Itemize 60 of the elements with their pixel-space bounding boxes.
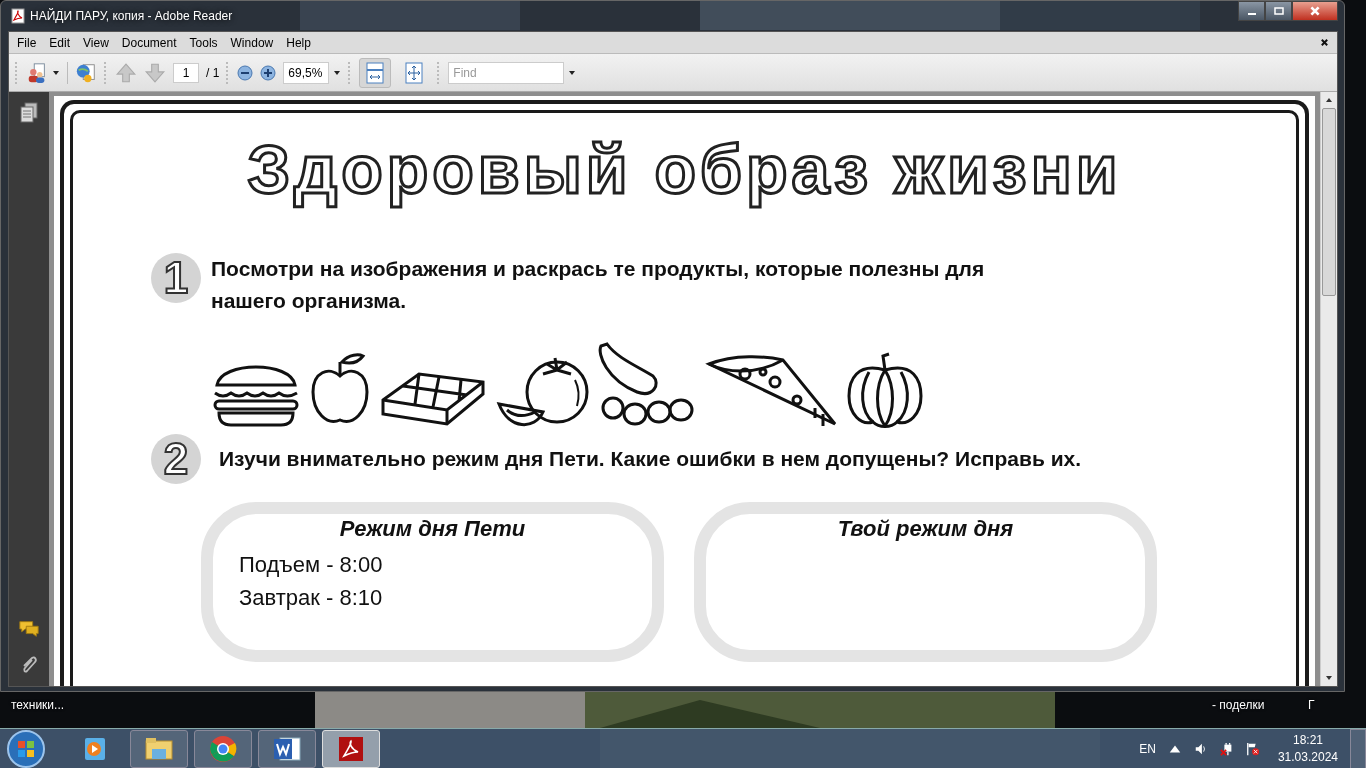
menu-item[interactable]: Window [230, 35, 274, 50]
acrobat-app-button[interactable] [322, 729, 380, 768]
document-title: Здоровый образ жизни [246, 132, 1123, 207]
schedule-entry: Завтрак - 8:10 [239, 583, 384, 612]
show-desktop-button[interactable] [1350, 728, 1366, 768]
caret-icon[interactable] [568, 68, 577, 77]
zoom-in-icon[interactable] [260, 64, 277, 81]
clock-time[interactable]: 18:21 [1292, 731, 1323, 749]
fit-width-button[interactable] [359, 57, 392, 88]
explorer-app-button[interactable] [130, 729, 188, 768]
desktop-icon-label[interactable]: - поделки [1212, 698, 1265, 712]
zoom-out-icon[interactable] [237, 64, 254, 81]
schedule-title: Режим дня Пети [339, 515, 526, 542]
schedule-title: Твой режим дня [837, 515, 1014, 542]
maximize-button[interactable] [1265, 1, 1292, 21]
menu-item[interactable]: Help [286, 35, 311, 50]
minimize-icon [1247, 13, 1256, 15]
task-number: 2 [151, 433, 201, 484]
start-button[interactable] [6, 728, 46, 768]
users-icon[interactable] [26, 61, 48, 84]
close-icon[interactable] [1320, 38, 1329, 47]
menu-item[interactable]: Tools [189, 35, 218, 50]
task-instruction: Изучи внимательно режим дня Пети. Какие ошибки в нем допущены? Исправь их. [219, 445, 1082, 472]
browser-icon [208, 733, 238, 764]
scrollbar-thumb[interactable] [1322, 108, 1336, 296]
word-app-button[interactable] [258, 729, 316, 768]
maximize-icon [1273, 6, 1284, 16]
scroll-up-icon[interactable] [1325, 96, 1333, 104]
close-icon [1309, 5, 1321, 17]
pdf-icon [337, 734, 365, 763]
find-field[interactable]: Find [448, 61, 565, 84]
pdf-icon [11, 8, 25, 24]
close-button[interactable] [1292, 1, 1338, 21]
schedule-entry: Подъем - 8:00 [239, 550, 384, 579]
speaker-icon[interactable] [1193, 741, 1208, 756]
page-number-field[interactable]: 1 [173, 62, 199, 83]
word-processor-icon [272, 734, 302, 763]
minimize-button[interactable] [1238, 1, 1265, 21]
page-count: / 1 [206, 65, 220, 80]
window-title: НАЙДИ ПАРУ, копия - Adobe Reader [30, 9, 233, 23]
globe-document-icon[interactable] [75, 61, 97, 84]
language-indicator[interactable]: EN [1139, 741, 1156, 756]
scroll-down-icon[interactable] [1325, 674, 1333, 682]
task-number: 1 [151, 252, 201, 303]
menu-item[interactable]: View [83, 35, 109, 50]
comments-icon[interactable] [18, 618, 40, 640]
menu-item[interactable]: Document [121, 35, 177, 50]
zoom-field[interactable]: 69,5% [283, 61, 330, 84]
desktop-icon-label[interactable]: техники... [11, 698, 65, 712]
clock-date[interactable]: 31.03.2024 [1277, 748, 1338, 766]
menu-item[interactable]: File [17, 35, 37, 50]
pages-icon[interactable] [18, 102, 40, 124]
menu-item[interactable]: Edit [49, 35, 71, 50]
desktop-icon-label[interactable]: Г [1308, 698, 1315, 712]
task-instruction: Посмотри на изображения и раскрась те продукты, которые полезны для нашего организма. [211, 255, 986, 315]
flag-icon[interactable] [1245, 741, 1260, 756]
chrome-app-button[interactable] [194, 729, 252, 768]
caret-icon[interactable] [52, 68, 60, 77]
power-plug-icon[interactable] [1219, 741, 1234, 756]
caret-icon[interactable] [333, 68, 342, 77]
